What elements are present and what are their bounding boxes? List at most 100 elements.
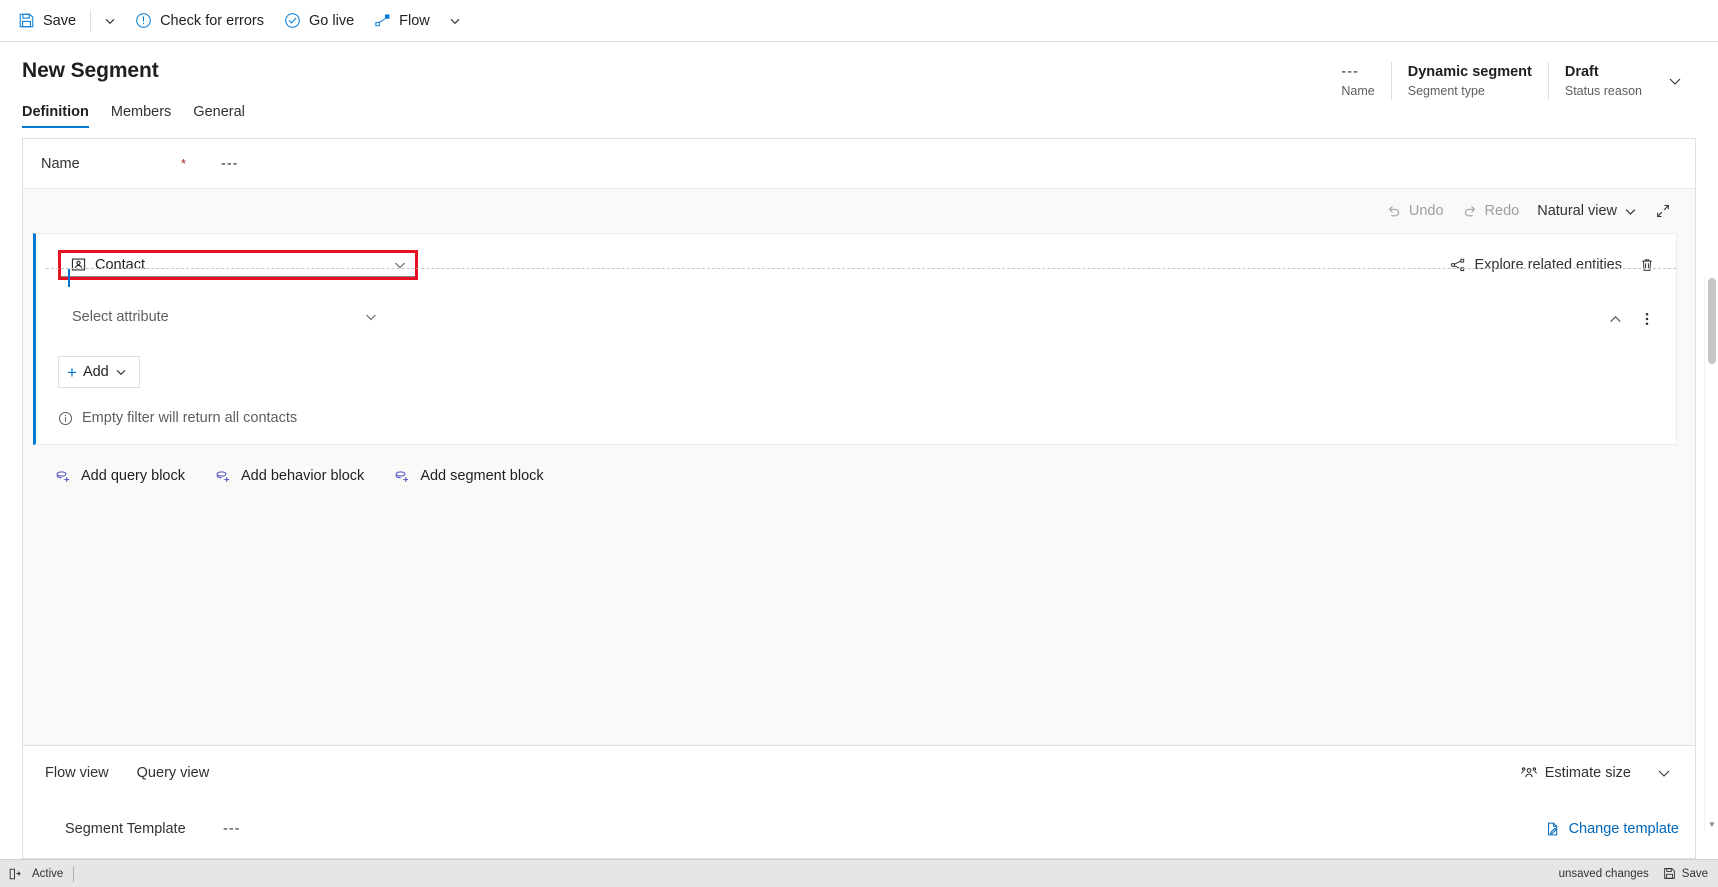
go-live-button[interactable]: Go live [274, 1, 364, 41]
tab-members[interactable]: Members [111, 104, 171, 128]
add-behavior-block-button[interactable]: Add behavior block [215, 467, 364, 484]
estimate-size-button[interactable]: Estimate size [1512, 757, 1639, 789]
collapse-attribute-button[interactable] [1600, 304, 1630, 334]
flow-options-caret[interactable] [440, 1, 470, 41]
canvas-toolbar: Undo Redo Natural view [23, 189, 1695, 233]
expand-canvas-button[interactable] [1647, 195, 1679, 227]
meta-segment-type-value: Dynamic segment [1407, 64, 1532, 80]
segment-template-left: Segment Template --- [65, 821, 241, 837]
scroll-down-arrow[interactable]: ▼ [1705, 817, 1718, 831]
change-template-button[interactable]: Change template [1545, 821, 1679, 837]
tab-list: Definition Members General [22, 104, 1325, 128]
segment-template-label: Segment Template [65, 821, 186, 837]
empty-filter-hint-text: Empty filter will return all contacts [82, 410, 298, 426]
meta-segment-type: Dynamic segment Segment type [1390, 62, 1548, 100]
required-indicator: * [181, 156, 187, 171]
add-segment-block-button[interactable]: Add segment block [394, 467, 544, 484]
add-behavior-block-label: Add behavior block [240, 467, 365, 484]
record-state-label: Active [32, 867, 64, 880]
page-scrollbar[interactable]: ▲ ▼ [1704, 276, 1718, 831]
entity-name: Contact [95, 256, 145, 273]
undo-button[interactable]: Undo [1378, 195, 1452, 227]
meta-status-reason: Draft Status reason [1547, 62, 1658, 100]
behavior-block-icon [215, 467, 232, 484]
estimate-size-caret[interactable] [1649, 758, 1679, 788]
chevron-down-icon [1656, 765, 1672, 781]
expand-status-icon[interactable] [8, 867, 22, 881]
definition-card: Name * --- Undo Redo Natural view Contac… [22, 138, 1696, 859]
command-bar: Save Check for errors Go live Flow [0, 0, 1718, 42]
entity-actions: Explore related entities [1444, 250, 1663, 280]
attribute-more-options-button[interactable] [1632, 304, 1662, 334]
meta-name-value: --- [1341, 64, 1359, 80]
header-expand-button[interactable] [1658, 62, 1692, 100]
go-live-label: Go live [309, 12, 355, 29]
save-button[interactable]: Save [8, 1, 86, 41]
bottom-panel: Flow view Query view Estimate size Segme… [23, 745, 1695, 858]
entity-picker-highlight: Contact [58, 250, 418, 280]
query-view-link[interactable]: Query view [137, 765, 210, 781]
status-save-label: Save [1681, 867, 1708, 880]
query-block: Contact Explore related entities Select … [33, 233, 1677, 445]
chevron-down-icon [115, 366, 127, 378]
chevron-down-icon [449, 15, 461, 27]
status-bar-right: unsaved changes Save [1559, 867, 1708, 880]
segment-editor-page: Save Check for errors Go live Flow New S… [0, 0, 1718, 887]
save-icon [18, 12, 35, 29]
flow-icon [374, 12, 391, 29]
redo-button[interactable]: Redo [1454, 195, 1528, 227]
command-bar-divider [90, 9, 92, 32]
page-header-left: New Segment Definition Members General [22, 56, 1325, 128]
flow-view-link[interactable]: Flow view [45, 765, 109, 781]
chevron-down-icon [364, 310, 378, 324]
explore-related-entities-label: Explore related entities [1474, 257, 1623, 273]
segment-block-icon [394, 467, 411, 484]
change-template-label: Change template [1568, 821, 1679, 837]
add-query-block-button[interactable]: Add query block [55, 467, 185, 484]
redo-icon [1462, 203, 1478, 219]
add-query-block-label: Add query block [81, 467, 185, 484]
flow-button[interactable]: Flow [364, 1, 440, 41]
add-condition-button[interactable]: + Add [58, 356, 140, 388]
tab-definition[interactable]: Definition [22, 104, 89, 128]
chevron-down-icon [104, 15, 116, 27]
page-scrollbar-thumb[interactable] [1708, 278, 1716, 364]
unsaved-changes-label: unsaved changes [1558, 867, 1649, 880]
view-links: Flow view Query view [45, 765, 209, 781]
empty-filter-hint: Empty filter will return all contacts [58, 410, 1662, 426]
meta-name-label: Name [1341, 84, 1375, 98]
people-icon [1520, 764, 1538, 782]
estimate-size-group: Estimate size [1512, 757, 1679, 789]
entity-dropdown[interactable]: Contact [61, 253, 415, 277]
flow-label: Flow [399, 12, 430, 29]
tab-general[interactable]: General [193, 104, 245, 128]
segment-template-row: Segment Template --- Change template [23, 800, 1695, 858]
share-nodes-icon [1450, 257, 1466, 273]
attribute-selector-wrap: Select attribute [58, 302, 388, 332]
undo-label: Undo [1408, 203, 1444, 219]
check-for-errors-button[interactable]: Check for errors [125, 1, 274, 41]
name-field-label: Name [41, 155, 80, 172]
chevron-up-icon [1608, 312, 1623, 327]
error-circle-icon [135, 12, 152, 29]
segment-template-value: --- [223, 821, 241, 837]
attribute-dropdown[interactable]: Select attribute [58, 302, 388, 332]
check-circle-icon [284, 12, 301, 29]
estimate-size-label: Estimate size [1544, 765, 1631, 781]
chevron-down-icon [393, 258, 407, 272]
view-mode-label: Natural view [1537, 203, 1617, 219]
expand-diagonal-icon [1655, 203, 1671, 219]
status-save-button[interactable]: Save [1663, 867, 1708, 880]
attribute-placeholder: Select attribute [72, 309, 169, 325]
status-divider [73, 865, 75, 882]
query-canvas: Undo Redo Natural view Contact Explore r… [23, 189, 1695, 745]
status-bar: Active unsaved changes Save [0, 859, 1718, 887]
info-icon [58, 411, 73, 426]
redo-label: Redo [1484, 203, 1520, 219]
view-mode-selector[interactable]: Natural view [1529, 195, 1645, 227]
explore-related-entities-button[interactable]: Explore related entities [1444, 253, 1629, 277]
attribute-connector-tick [68, 269, 70, 287]
delete-block-button[interactable] [1632, 250, 1662, 280]
name-field-value[interactable]: --- [221, 156, 239, 172]
save-options-caret[interactable] [95, 1, 125, 41]
